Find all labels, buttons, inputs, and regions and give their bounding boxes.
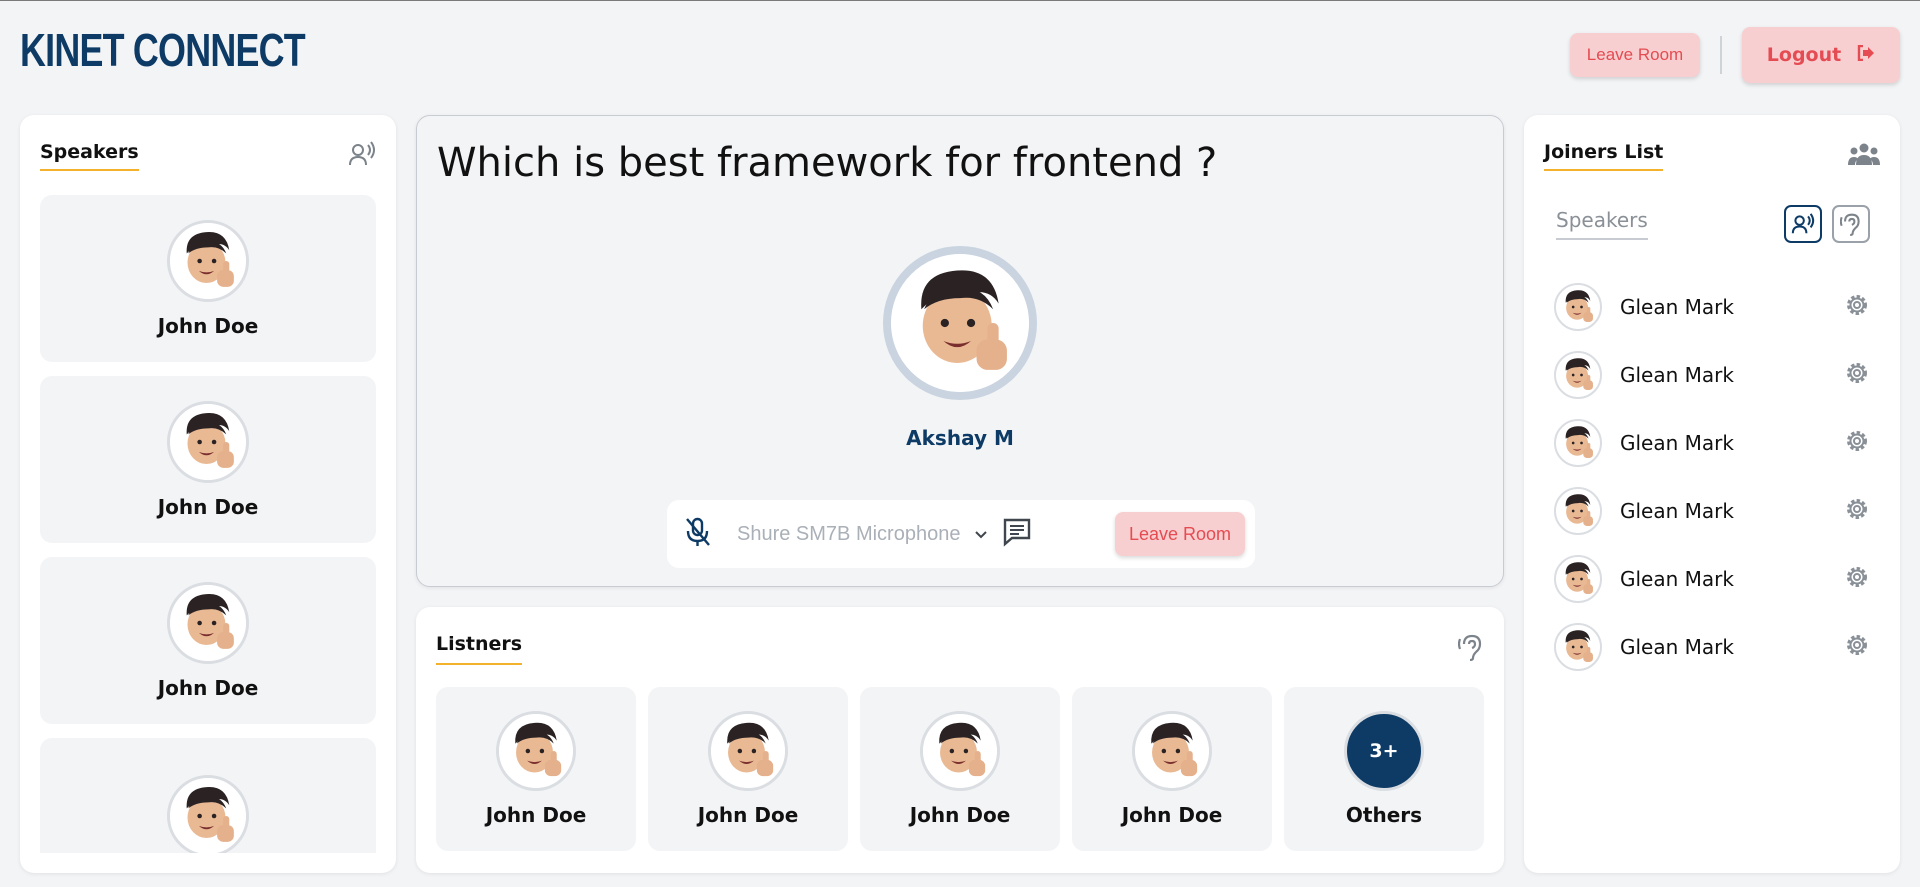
- joiner-name: Glean Mark: [1620, 363, 1734, 387]
- listener-card[interactable]: John Doe: [648, 687, 848, 851]
- gear-icon[interactable]: [1844, 632, 1870, 662]
- listener-name: John Doe: [485, 803, 587, 827]
- listener-card[interactable]: John Doe: [1072, 687, 1272, 851]
- joiner-name: Glean Mark: [1620, 431, 1734, 455]
- host-name: Akshay M: [906, 426, 1014, 450]
- ear-icon: [1457, 633, 1484, 665]
- listeners-title: Listners: [436, 633, 523, 665]
- joiners-filter-row: Speakers: [1556, 205, 1870, 243]
- microphone-select[interactable]: Shure SM7B Microphone: [737, 523, 960, 546]
- room-panel: Which is best framework for frontend ? A…: [416, 115, 1504, 587]
- others-card[interactable]: 3+ Others: [1284, 687, 1484, 851]
- chat-icon[interactable]: [1002, 517, 1032, 551]
- listener-card[interactable]: John Doe: [860, 687, 1060, 851]
- gear-icon[interactable]: [1844, 292, 1870, 322]
- speaker-name: John Doe: [157, 313, 259, 338]
- room-controls: Shure SM7B Microphone Leave Room: [667, 500, 1255, 568]
- joiner-name: Glean Mark: [1620, 567, 1734, 591]
- avatar: [167, 219, 249, 302]
- joiners-header: Joiners List: [1544, 141, 1880, 171]
- others-count-badge: 3+: [1344, 711, 1424, 791]
- logout-label: Logout: [1766, 44, 1842, 66]
- speaker-name: John Doe: [157, 675, 259, 700]
- list-item: Glean Mark: [1554, 409, 1870, 477]
- listener-name: John Doe: [909, 803, 1011, 827]
- avatar: [1554, 555, 1602, 603]
- speaker-card[interactable]: John Doe: [40, 557, 376, 724]
- avatar: [167, 774, 249, 853]
- gear-icon[interactable]: [1844, 496, 1870, 526]
- speakers-filter-button[interactable]: [1784, 205, 1822, 243]
- listener-name: John Doe: [697, 803, 799, 827]
- avatar: [1554, 487, 1602, 535]
- app-logo: KINET CONNECT: [20, 24, 306, 76]
- avatar: [1554, 419, 1602, 467]
- listener-name: John Doe: [1121, 803, 1223, 827]
- header-divider: [1720, 36, 1722, 74]
- list-item: Glean Mark: [1554, 273, 1870, 341]
- gear-icon[interactable]: [1844, 428, 1870, 458]
- listener-card[interactable]: John Doe: [436, 687, 636, 851]
- speaker-voice-icon: [348, 141, 376, 171]
- avatar: [167, 400, 249, 483]
- header-actions: Leave Room Logout: [1570, 27, 1900, 83]
- joiners-filter-toggle: [1784, 205, 1870, 243]
- list-item: Glean Mark: [1554, 477, 1870, 545]
- joiner-name: Glean Mark: [1620, 295, 1734, 319]
- speaker-card[interactable]: [40, 738, 376, 853]
- joiners-title: Joiners List: [1544, 141, 1664, 171]
- avatar: [496, 711, 576, 791]
- joiner-name: Glean Mark: [1620, 635, 1734, 659]
- logout-icon: [1857, 44, 1875, 66]
- host-speaker: Akshay M: [417, 246, 1503, 450]
- mic-muted-icon[interactable]: [683, 516, 713, 552]
- listeners-filter-button[interactable]: [1832, 205, 1870, 243]
- avatar: [167, 581, 249, 664]
- speakers-panel: Speakers John Doe John Doe John Doe: [20, 115, 396, 873]
- gear-icon[interactable]: [1844, 360, 1870, 390]
- avatar: [1554, 623, 1602, 671]
- avatar: [708, 711, 788, 791]
- joiners-panel: Joiners List Speakers Glean Mark Glean M…: [1524, 115, 1900, 873]
- list-item: Glean Mark: [1554, 545, 1870, 613]
- speaker-card[interactable]: John Doe: [40, 195, 376, 362]
- room-leave-room-button[interactable]: Leave Room: [1115, 512, 1245, 556]
- list-item: Glean Mark: [1554, 613, 1870, 681]
- others-label: Others: [1345, 803, 1423, 827]
- avatar: [1554, 351, 1602, 399]
- speakers-title: Speakers: [40, 141, 139, 171]
- header-leave-room-button[interactable]: Leave Room: [1570, 33, 1700, 77]
- joiner-name: Glean Mark: [1620, 499, 1734, 523]
- group-icon: [1848, 141, 1880, 171]
- speaker-card[interactable]: John Doe: [40, 376, 376, 543]
- host-avatar: [883, 246, 1037, 400]
- listener-list: John Doe John Doe John Doe John Doe 3+ O…: [436, 687, 1484, 851]
- joiners-filter-label: Speakers: [1556, 208, 1648, 240]
- joiner-list: Glean Mark Glean Mark Glean Mark Glean M…: [1554, 273, 1870, 681]
- listeners-header: Listners: [436, 633, 1484, 665]
- avatar: [1132, 711, 1212, 791]
- speaker-list: John Doe John Doe John Doe: [40, 195, 376, 853]
- listeners-panel: Listners John Doe John Doe John Doe John…: [416, 607, 1504, 873]
- gear-icon[interactable]: [1844, 564, 1870, 594]
- avatar: [1554, 283, 1602, 331]
- room-question: Which is best framework for frontend ?: [437, 140, 1218, 186]
- avatar: [920, 711, 1000, 791]
- chevron-down-icon[interactable]: [974, 525, 988, 544]
- logout-button[interactable]: Logout: [1742, 27, 1900, 83]
- speakers-header: Speakers: [40, 141, 376, 171]
- list-item: Glean Mark: [1554, 341, 1870, 409]
- speaker-name: John Doe: [157, 494, 259, 519]
